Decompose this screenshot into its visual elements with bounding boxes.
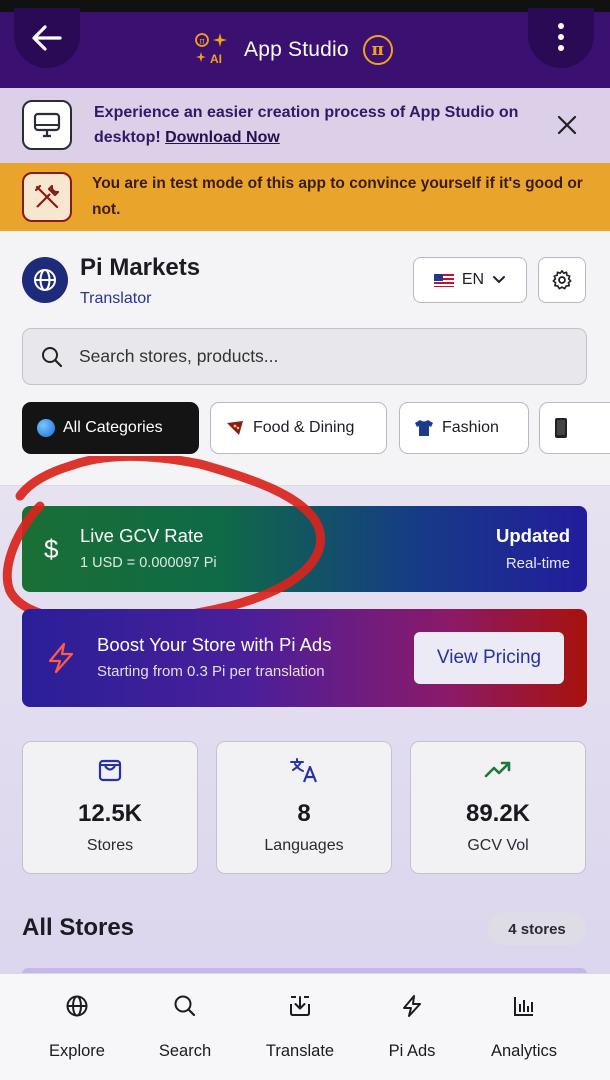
store-name: Pi Markets bbox=[80, 254, 201, 281]
arrow-left-icon bbox=[32, 25, 62, 51]
nav-explore[interactable]: Explore bbox=[27, 992, 127, 1061]
category-fashion[interactable]: Fashion bbox=[399, 402, 529, 454]
category-label: Fashion bbox=[442, 419, 499, 436]
stat-value: 89.2K bbox=[465, 800, 531, 827]
store-header: Pi Markets Translator EN All Categories bbox=[0, 231, 610, 486]
category-label: Food & Dining bbox=[253, 419, 355, 436]
app-bar: π AI App Studio π bbox=[0, 8, 610, 88]
stat-value: 8 bbox=[297, 800, 311, 827]
section-title: All Stores bbox=[22, 914, 135, 941]
us-flag-icon bbox=[433, 273, 454, 287]
dollar-icon: $ bbox=[44, 534, 59, 564]
nav-label: Search bbox=[158, 1042, 212, 1060]
download-now-link[interactable]: Download Now bbox=[165, 129, 280, 146]
view-pricing-button[interactable]: View Pricing bbox=[414, 632, 564, 684]
close-banner-button[interactable] bbox=[552, 110, 582, 140]
shopping-bag-icon bbox=[98, 759, 122, 782]
language-selector[interactable]: EN bbox=[413, 257, 527, 303]
stat-card-gcv-vol: 89.2K GCV Vol bbox=[410, 741, 586, 874]
desktop-banner-text: Experience an easier creation process of… bbox=[94, 100, 534, 150]
category-label: All Categories bbox=[63, 419, 163, 436]
category-chips: All Categories Food & Dining Fashion bbox=[22, 402, 610, 454]
nav-search[interactable]: Search bbox=[135, 992, 235, 1061]
search-icon bbox=[174, 995, 196, 1017]
test-mode-banner: You are in test mode of this app to conv… bbox=[0, 163, 610, 231]
more-options-button[interactable] bbox=[528, 8, 594, 68]
nav-label: Translate bbox=[265, 1042, 335, 1060]
nav-label: Pi Ads bbox=[388, 1042, 436, 1060]
lightning-icon bbox=[403, 995, 421, 1017]
app-title: App Studio bbox=[244, 38, 349, 61]
category-all[interactable]: All Categories bbox=[22, 402, 199, 454]
app-title-group: π AI App Studio π bbox=[192, 30, 393, 70]
ads-subtitle: Starting from 0.3 Pi per translation bbox=[97, 663, 325, 680]
search-icon bbox=[42, 346, 63, 367]
stat-label: Stores bbox=[86, 837, 134, 854]
stat-value: 12.5K bbox=[77, 800, 143, 827]
category-food-dining[interactable]: Food & Dining bbox=[210, 402, 387, 454]
desktop-banner-message: Experience an easier creation process of… bbox=[94, 104, 519, 146]
search-input[interactable] bbox=[79, 346, 559, 367]
stat-label: GCV Vol bbox=[467, 837, 529, 854]
nav-label: Explore bbox=[49, 1042, 105, 1060]
nav-translate[interactable]: Translate bbox=[250, 992, 350, 1061]
ai-sparkle-icon: π AI bbox=[192, 30, 230, 70]
stat-card-stores: 12.5K Stores bbox=[22, 741, 198, 874]
tools-icon bbox=[22, 172, 72, 222]
category-electronics[interactable] bbox=[539, 402, 610, 454]
chevron-down-icon bbox=[493, 276, 506, 284]
nav-pi-ads[interactable]: Pi Ads bbox=[362, 992, 462, 1061]
gcv-status-sub: Real-time bbox=[505, 555, 570, 572]
main-content: $ Live GCV Rate 1 USD = 0.000097 Pi Upda… bbox=[0, 456, 610, 976]
gear-icon bbox=[552, 270, 572, 290]
phone-icon bbox=[555, 418, 567, 438]
gcv-rate: 1 USD = 0.000097 Pi bbox=[80, 555, 217, 571]
status-strip bbox=[0, 0, 610, 12]
search-bar[interactable] bbox=[22, 328, 587, 385]
nav-analytics[interactable]: Analytics bbox=[474, 992, 574, 1061]
gcv-rate-card: $ Live GCV Rate 1 USD = 0.000097 Pi Upda… bbox=[22, 506, 587, 592]
language-label: EN bbox=[461, 271, 485, 288]
close-icon bbox=[557, 115, 577, 135]
bottom-navigation: Explore Search Translate Pi Ads Analytic… bbox=[0, 973, 610, 1080]
stat-card-languages: 8 Languages bbox=[216, 741, 392, 874]
bar-chart-icon bbox=[514, 997, 533, 1016]
monitor-icon bbox=[22, 100, 72, 150]
back-button[interactable] bbox=[14, 8, 80, 68]
translate-icon bbox=[290, 758, 318, 783]
pi-ads-card: Boost Your Store with Pi Ads Starting fr… bbox=[22, 609, 587, 707]
tshirt-icon bbox=[415, 420, 433, 436]
lightning-icon bbox=[48, 642, 74, 674]
globe-emoji-icon bbox=[37, 419, 55, 437]
nav-label: Analytics bbox=[490, 1042, 558, 1060]
trending-up-icon bbox=[484, 761, 511, 778]
test-mode-text: You are in test mode of this app to conv… bbox=[92, 175, 583, 218]
ai-badge-text: AI bbox=[210, 52, 222, 66]
download-box-icon bbox=[290, 996, 310, 1016]
pi-symbol: π bbox=[371, 40, 384, 60]
store-subtitle: Translator bbox=[80, 290, 152, 307]
stores-count-badge: 4 stores bbox=[488, 913, 586, 945]
more-vertical-icon bbox=[558, 23, 564, 51]
stat-label: Languages bbox=[264, 837, 344, 854]
food-icon bbox=[227, 421, 243, 435]
svg-text:π: π bbox=[199, 37, 204, 46]
desktop-banner: Experience an easier creation process of… bbox=[0, 88, 610, 163]
gcv-title: Live GCV Rate bbox=[80, 525, 204, 546]
settings-button[interactable] bbox=[538, 257, 586, 303]
globe-icon bbox=[66, 995, 88, 1017]
gcv-status: Updated bbox=[496, 525, 570, 546]
globe-icon bbox=[22, 257, 68, 303]
pi-coin-icon: π bbox=[362, 35, 393, 65]
ads-title: Boost Your Store with Pi Ads bbox=[97, 634, 332, 655]
